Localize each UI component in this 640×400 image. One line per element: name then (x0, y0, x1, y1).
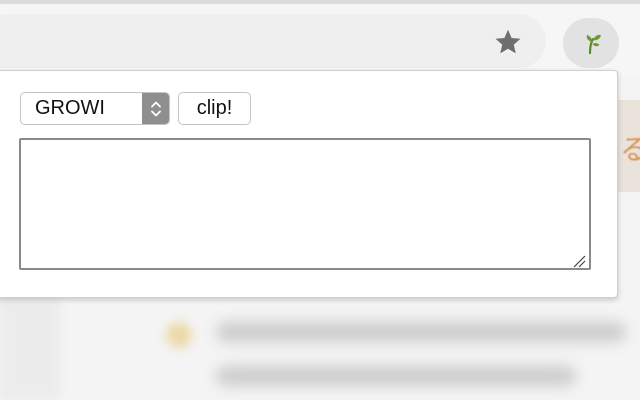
star-icon (495, 29, 521, 54)
select-stepper[interactable] (142, 93, 169, 124)
background-text-line (216, 322, 626, 342)
clip-button[interactable]: clip! (178, 92, 251, 125)
clip-textarea[interactable] (19, 138, 591, 270)
site-select[interactable]: GROWI (20, 92, 170, 125)
browser-window: る GROWI clip! (0, 0, 640, 400)
bookmark-button[interactable] (486, 20, 530, 64)
browser-toolbar (0, 4, 640, 78)
background-star-icon (166, 322, 192, 348)
up-down-chevron-icon (150, 101, 161, 116)
background-page-text: る (620, 134, 640, 165)
address-bar[interactable] (0, 14, 546, 68)
background-text-line (216, 366, 576, 386)
background-sidebar (0, 296, 60, 400)
extension-popup: GROWI clip! (0, 70, 618, 298)
site-select-value: GROWI (35, 97, 105, 119)
resize-grip-icon[interactable] (571, 253, 587, 269)
growi-leaf-icon (586, 34, 601, 55)
growi-extension-button[interactable] (563, 18, 619, 68)
